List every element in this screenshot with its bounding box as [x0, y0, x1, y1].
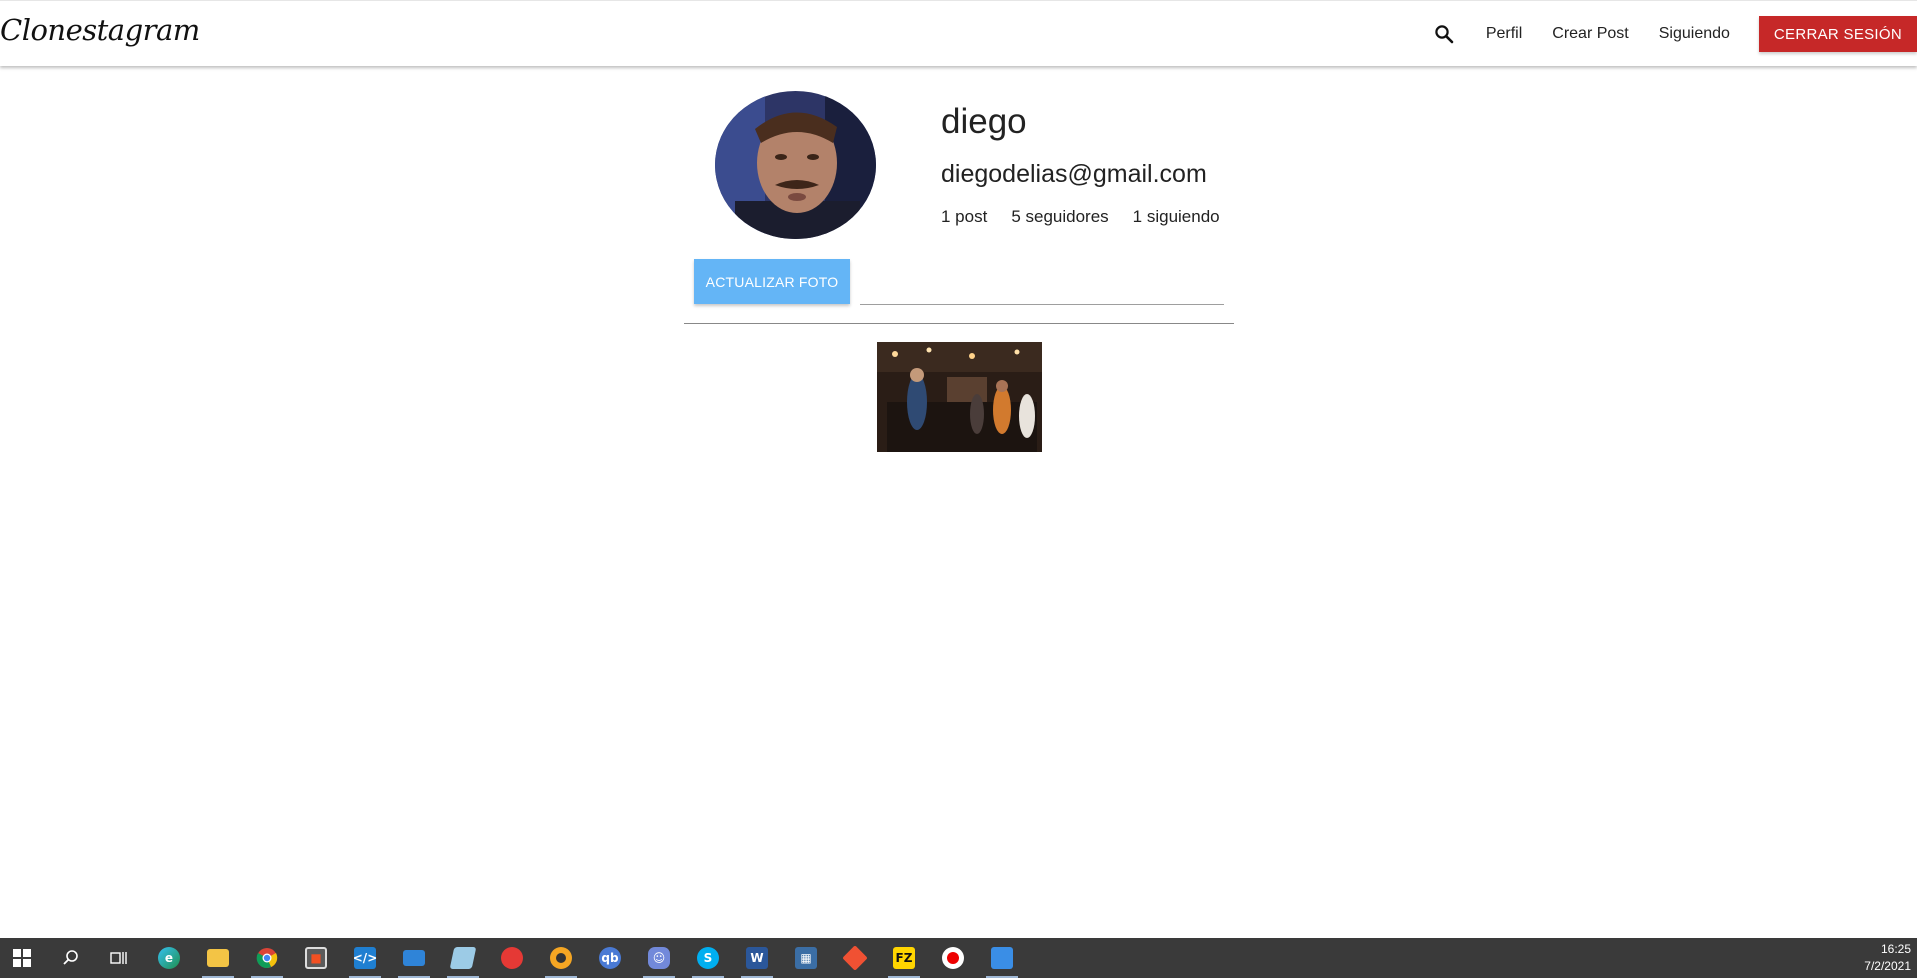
recorder-icon[interactable]: [931, 938, 975, 978]
mail-icon[interactable]: [392, 938, 436, 978]
following-count: 1 siguiendo: [1132, 207, 1220, 226]
profile-email: diegodelias@gmail.com: [941, 160, 1207, 188]
skype-icon[interactable]: S: [686, 938, 730, 978]
system-clock[interactable]: 16:25 7/2/2021: [1864, 941, 1911, 975]
brand-logo[interactable]: Clonestagram: [0, 13, 200, 47]
photos-icon[interactable]: [980, 938, 1024, 978]
top-navbar: Clonestagram Perfil Crear Post Siguiendo…: [0, 0, 1917, 66]
clock-time: 16:25: [1880, 942, 1911, 956]
search-icon[interactable]: [1431, 21, 1457, 47]
post-thumbnail[interactable]: [877, 342, 1042, 452]
nav-link-perfil[interactable]: Perfil: [1486, 25, 1522, 43]
chrome-icon[interactable]: [245, 938, 289, 978]
photo-path-input[interactable]: [860, 265, 1224, 305]
windows-taskbar: e ■ </> qb ☺ S W ▦ FZ 16:25 7/2/2021: [0, 938, 1917, 978]
word-icon[interactable]: W: [735, 938, 779, 978]
filezilla-icon[interactable]: FZ: [882, 938, 926, 978]
update-photo-button[interactable]: ACTUALIZAR FOTO: [694, 259, 850, 304]
vscode-icon[interactable]: </>: [343, 938, 387, 978]
logout-button[interactable]: CERRAR SESIÓN: [1758, 16, 1917, 52]
nav-link-crear-post[interactable]: Crear Post: [1552, 25, 1628, 43]
followers-count: 5 seguidores: [1011, 207, 1109, 226]
edge-icon[interactable]: e: [147, 938, 191, 978]
profile-username: diego: [941, 102, 1027, 141]
profile-avatar: [715, 91, 876, 239]
nav-link-siguiendo[interactable]: Siguiendo: [1659, 25, 1730, 43]
calculator-icon[interactable]: ▦: [784, 938, 828, 978]
profile-stats: 1 post 5 seguidores 1 siguiendo: [941, 207, 1244, 227]
notepad-icon[interactable]: [441, 938, 485, 978]
discord-icon[interactable]: ☺: [637, 938, 681, 978]
store-icon[interactable]: ■: [294, 938, 338, 978]
profile-divider: [684, 323, 1234, 324]
file-explorer-icon[interactable]: [196, 938, 240, 978]
clock-date: 7/2/2021: [1864, 959, 1911, 973]
git-icon[interactable]: [833, 938, 877, 978]
nav-menu: Perfil Crear Post Siguiendo CERRAR SESIÓ…: [1431, 1, 1917, 67]
tomato-icon[interactable]: [490, 938, 534, 978]
windows-start-icon[interactable]: [0, 938, 44, 978]
taskbar-search-icon[interactable]: [49, 938, 93, 978]
task-view-icon[interactable]: [97, 938, 141, 978]
posts-count: 1 post: [941, 207, 988, 226]
obs-icon[interactable]: [539, 938, 583, 978]
qbittorrent-icon[interactable]: qb: [588, 938, 632, 978]
